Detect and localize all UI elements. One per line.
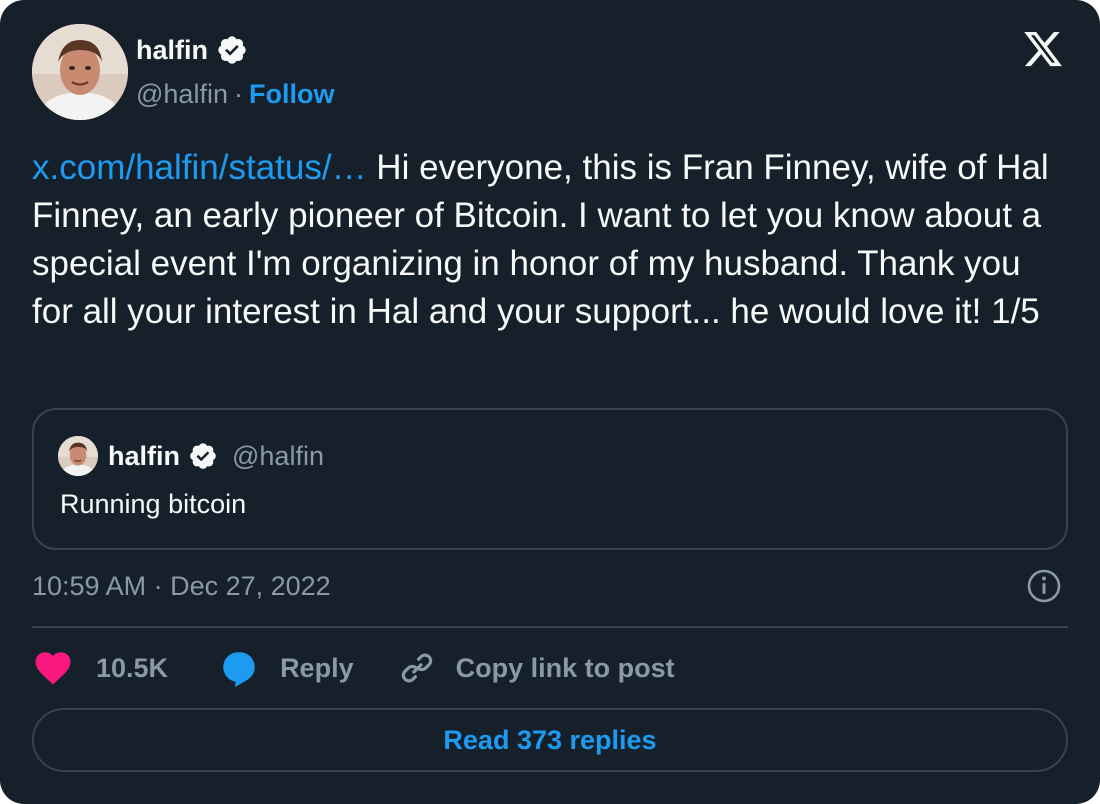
author-avatar[interactable] xyxy=(32,24,128,120)
quoted-post[interactable]: halfin @halfin Running bitcoin xyxy=(32,408,1068,550)
read-replies-button[interactable]: Read 373 replies xyxy=(32,708,1068,772)
author-display-name[interactable]: halfin xyxy=(136,30,208,70)
quoted-author-name: halfin xyxy=(108,440,180,471)
like-count: 10.5K xyxy=(96,652,169,683)
quoted-post-header: halfin @halfin xyxy=(58,436,324,476)
post-link[interactable]: x.com/halfin/status/… xyxy=(32,148,367,187)
link-icon xyxy=(401,653,432,683)
reply-bubble-icon xyxy=(223,652,255,688)
x-logo-icon[interactable] xyxy=(1022,28,1064,70)
copy-link-label: Copy link to post xyxy=(455,652,675,683)
post-text: x.com/halfin/status/… Hi everyone, this … xyxy=(32,144,1068,336)
separator-dot: · xyxy=(233,79,243,109)
quoted-post-text: Running bitcoin xyxy=(60,489,247,519)
quoted-author-avatar xyxy=(58,436,98,476)
author-handle-row: @halfin · Follow xyxy=(136,76,334,112)
reply-button[interactable]: Reply xyxy=(218,647,354,689)
divider xyxy=(32,626,1068,628)
heart-icon xyxy=(35,652,71,685)
follow-button[interactable]: Follow xyxy=(249,76,334,112)
verified-badge-icon xyxy=(218,36,246,64)
copy-link-button[interactable]: Copy link to post xyxy=(398,649,675,687)
post-actions: 10.5K Reply Copy link to post xyxy=(32,646,675,690)
quoted-author-handle: @halfin xyxy=(232,440,324,471)
verified-badge-icon xyxy=(190,443,216,469)
reply-label: Reply xyxy=(280,652,354,683)
embedded-post-card: halfin @halfin · Follow x.com/halfin/sta… xyxy=(0,0,1100,804)
author-name-row: halfin xyxy=(136,30,248,70)
post-timestamp[interactable]: 10:59 AM · Dec 27, 2022 xyxy=(32,568,331,604)
like-button[interactable]: 10.5K xyxy=(32,647,168,689)
author-handle[interactable]: @halfin xyxy=(136,76,228,112)
info-icon[interactable] xyxy=(1026,568,1062,604)
